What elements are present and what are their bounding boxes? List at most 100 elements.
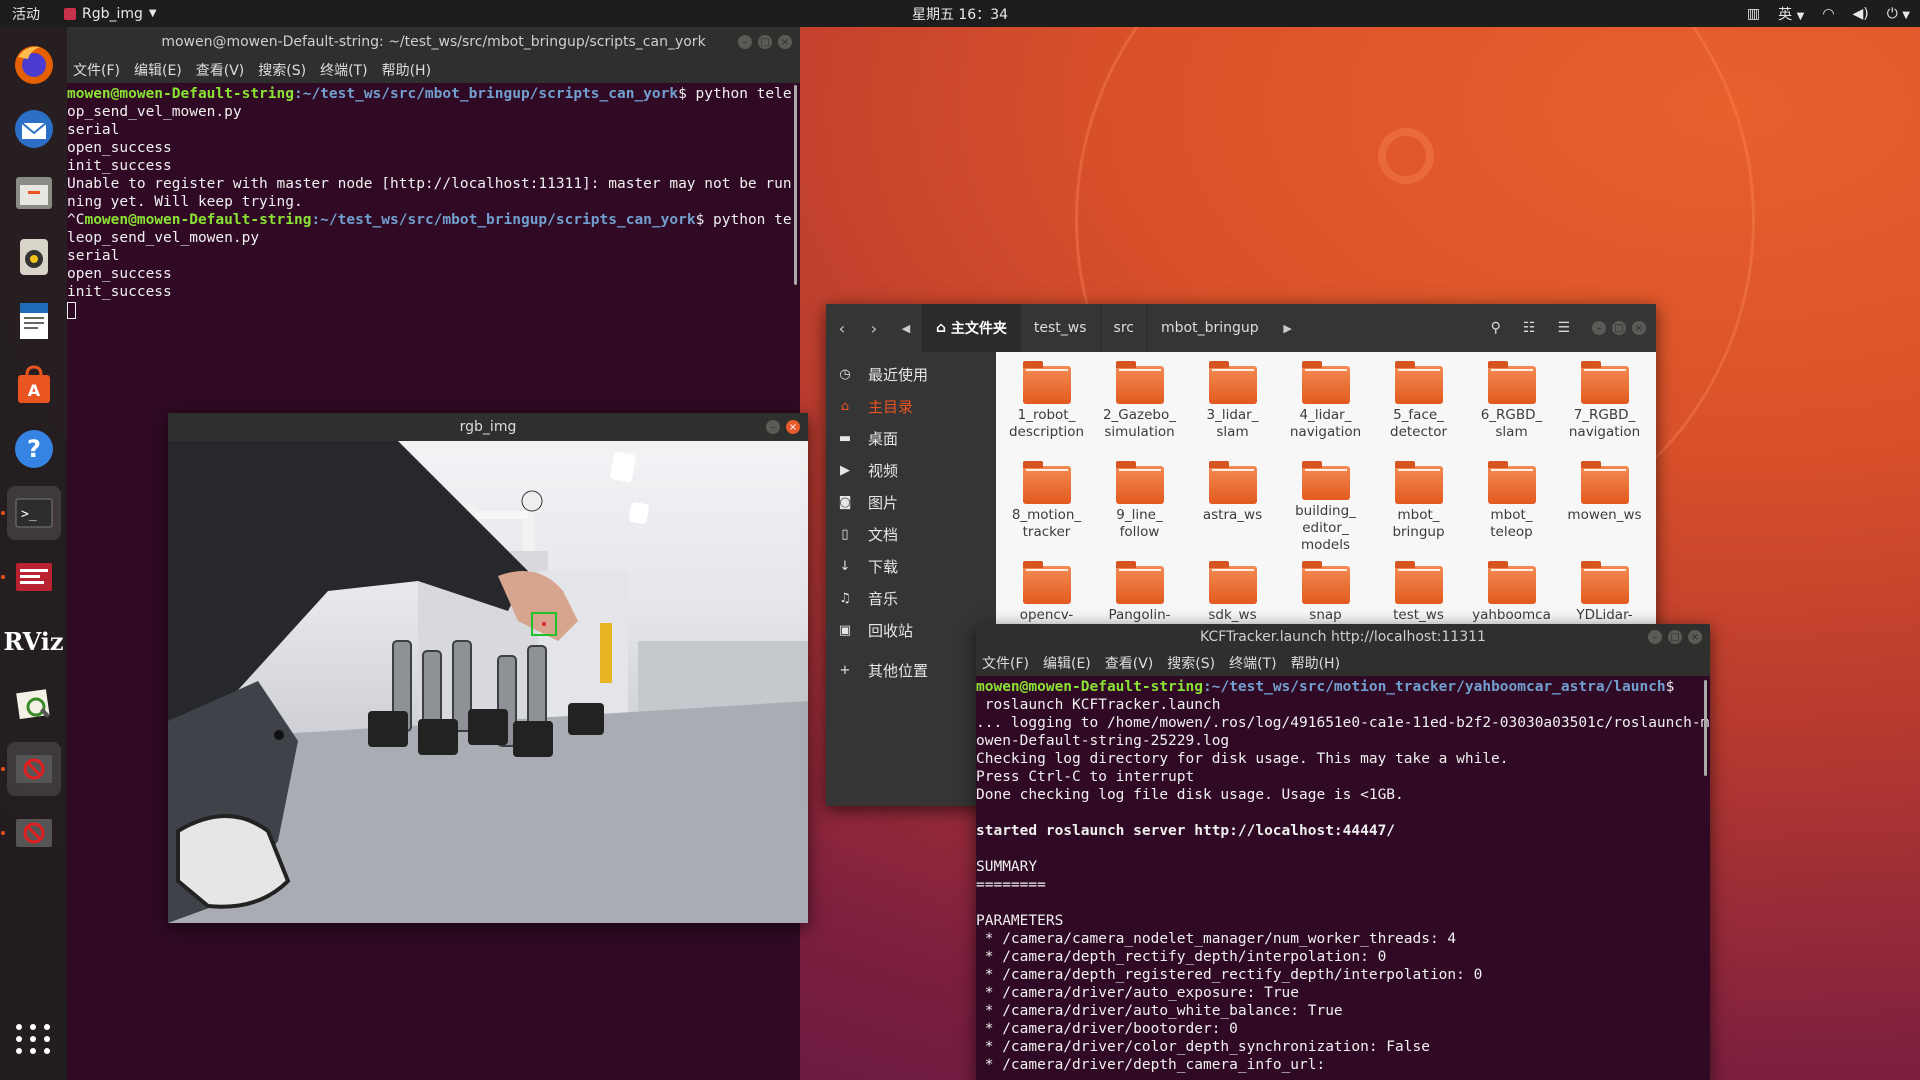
breadcrumb-home[interactable]: ⌂ 主文件夹 xyxy=(922,304,1020,352)
input-method-indicator[interactable]: 英 ▼ xyxy=(1778,4,1804,24)
sidebar-item-trash[interactable]: ▣ 回收站 xyxy=(826,614,996,646)
folder-item[interactable]: 5_face_ detector xyxy=(1372,361,1465,454)
sidebar-item-music[interactable]: ♫ 音乐 xyxy=(826,582,996,614)
terminal-red-icon[interactable] xyxy=(0,550,61,604)
folder-item[interactable]: 4_lidar_ navigation xyxy=(1279,361,1372,454)
scrollbar[interactable] xyxy=(1704,680,1707,776)
view-toggle-icon[interactable]: ☷ xyxy=(1523,320,1536,336)
path-scroll-left-button[interactable]: ◀ xyxy=(890,322,922,335)
folder-item[interactable]: 7_RGBD_ navigation xyxy=(1558,361,1651,454)
window-controls: – □ × xyxy=(738,35,792,49)
menu-help[interactable]: 帮助(H) xyxy=(382,60,431,80)
firefox-icon[interactable] xyxy=(7,38,61,92)
power-icon[interactable]: ⏻ ▼ xyxy=(1887,6,1910,22)
activities-button[interactable]: 活动 xyxy=(0,4,52,24)
sidebar-item-recent[interactable]: ◷ 最近使用 xyxy=(826,358,996,390)
maximize-button[interactable]: □ xyxy=(1668,630,1682,644)
menu-terminal[interactable]: 终端(T) xyxy=(1229,653,1276,673)
folder-label: mowen_ws xyxy=(1567,507,1642,523)
menu-view[interactable]: 查看(V) xyxy=(196,60,245,80)
sidebar-item-documents[interactable]: ▯ 文档 xyxy=(826,518,996,550)
sidebar-item-home[interactable]: ⌂ 主目录 xyxy=(826,390,996,422)
maximize-button[interactable]: □ xyxy=(1612,321,1626,335)
image-viewer-icon[interactable] xyxy=(7,678,61,732)
search-icon[interactable]: ⚲ xyxy=(1491,320,1501,336)
help-icon[interactable]: ? xyxy=(7,422,61,476)
minimize-button[interactable]: – xyxy=(1648,630,1662,644)
folder-icon xyxy=(1580,461,1629,504)
minimize-button[interactable]: – xyxy=(738,35,752,49)
sidebar-item-videos[interactable]: ▶ 视频 xyxy=(826,454,996,486)
clock[interactable]: 星期五 16：34 xyxy=(912,4,1008,24)
sidebar-item-label: 音乐 xyxy=(868,589,899,608)
minimize-button[interactable]: – xyxy=(1592,321,1606,335)
close-button[interactable]: × xyxy=(1632,321,1646,335)
sidebar-item-other-locations[interactable]: + 其他位置 xyxy=(826,654,996,686)
window-titlebar[interactable]: KCFTracker.launch http://localhost:11311… xyxy=(976,624,1710,650)
window-titlebar[interactable]: rgb_img – × xyxy=(168,413,808,441)
writer-icon[interactable] xyxy=(7,294,61,348)
show-applications-button[interactable] xyxy=(7,1012,61,1066)
rhythmbox-icon[interactable] xyxy=(7,230,61,284)
menu-terminal[interactable]: 终端(T) xyxy=(320,60,367,80)
hamburger-menu-icon[interactable]: ☰ xyxy=(1557,320,1570,336)
prompt-path: :~/test_ws/src/motion_tracker/yahboomcar… xyxy=(1202,679,1666,695)
scrollbar[interactable] xyxy=(794,85,797,285)
volume-icon[interactable]: ◀) xyxy=(1853,6,1869,22)
folder-item[interactable]: 8_motion_ tracker xyxy=(1000,461,1093,554)
prompt-user: mowen@mowen-Default-string xyxy=(84,212,312,228)
thunderbird-icon[interactable] xyxy=(7,102,61,156)
folder-item[interactable]: 3_lidar_ slam xyxy=(1186,361,1279,454)
menu-search[interactable]: 搜索(S) xyxy=(258,60,306,80)
app-menu[interactable]: Rgb_img ▼ xyxy=(52,6,169,22)
menu-view[interactable]: 查看(V) xyxy=(1105,653,1154,673)
folder-item[interactable]: mbot_ teleop xyxy=(1465,461,1558,554)
close-button[interactable]: × xyxy=(1688,630,1702,644)
folder-item[interactable]: 6_RGBD_ slam xyxy=(1465,361,1558,454)
sidebar-item-desktop[interactable]: ▬ 桌面 xyxy=(826,422,996,454)
sidebar-item-label: 下载 xyxy=(868,557,899,576)
menu-file[interactable]: 文件(F) xyxy=(982,653,1029,673)
breadcrumb-mbot-bringup[interactable]: mbot_bringup xyxy=(1147,304,1272,352)
folder-label: 3_lidar_ slam xyxy=(1206,407,1259,440)
terminal-output[interactable]: mowen@mowen-Default-string:~/test_ws/src… xyxy=(976,676,1710,1074)
close-button[interactable]: × xyxy=(786,420,800,434)
terminal-output[interactable]: mowen@mowen-Default-string :~/test_ws/src… xyxy=(67,83,800,319)
maximize-button[interactable]: □ xyxy=(758,35,772,49)
folder-item[interactable]: 1_robot_ description xyxy=(1000,361,1093,454)
output-line: open_success xyxy=(67,266,172,282)
menu-search[interactable]: 搜索(S) xyxy=(1167,653,1215,673)
breadcrumb-src[interactable]: src xyxy=(1099,304,1147,352)
menu-edit[interactable]: 编辑(E) xyxy=(1043,653,1091,673)
prompt-path: :~/test_ws/src/mbot_bringup/scripts_can_… xyxy=(293,86,679,102)
menu-file[interactable]: 文件(F) xyxy=(73,60,120,80)
folder-item[interactable]: 9_line_ follow xyxy=(1093,461,1186,554)
forward-button[interactable]: › xyxy=(858,319,890,338)
folder-label: Pangolin- xyxy=(1108,607,1171,623)
folder-item[interactable]: 2_Gazebo_ simulation xyxy=(1093,361,1186,454)
path-scroll-right-button[interactable]: ▶ xyxy=(1272,322,1304,335)
sidebar-item-pictures[interactable]: ◙ 图片 xyxy=(826,486,996,518)
window-controls: – □ × xyxy=(1648,630,1702,644)
folder-item[interactable]: astra_ws xyxy=(1186,461,1279,554)
terminal-icon[interactable]: >_ xyxy=(0,486,61,540)
window-titlebar[interactable]: mowen@mowen-Default-string: ~/test_ws/sr… xyxy=(67,27,800,57)
blocked-app-icon[interactable] xyxy=(0,806,61,860)
back-button[interactable]: ‹ xyxy=(826,319,858,338)
network-monitor-icon[interactable]: ▥ xyxy=(1747,6,1760,22)
close-button[interactable]: × xyxy=(778,35,792,49)
folder-item[interactable]: building_ editor_ models xyxy=(1279,461,1372,554)
folder-item[interactable]: mowen_ws xyxy=(1558,461,1651,554)
minimize-button[interactable]: – xyxy=(766,420,780,434)
wifi-icon[interactable]: ◠ xyxy=(1822,6,1834,22)
camera-frame-image xyxy=(168,441,808,923)
breadcrumb-test-ws[interactable]: test_ws xyxy=(1019,304,1100,352)
software-icon[interactable]: A xyxy=(7,358,61,412)
sidebar-item-downloads[interactable]: ↓ 下载 xyxy=(826,550,996,582)
rviz-icon[interactable]: RViz xyxy=(3,614,63,668)
menu-help[interactable]: 帮助(H) xyxy=(1291,653,1340,673)
folder-item[interactable]: mbot_ bringup xyxy=(1372,461,1465,554)
blocked-app-icon[interactable] xyxy=(0,742,61,796)
menu-edit[interactable]: 编辑(E) xyxy=(134,60,182,80)
files-icon[interactable] xyxy=(7,166,61,220)
